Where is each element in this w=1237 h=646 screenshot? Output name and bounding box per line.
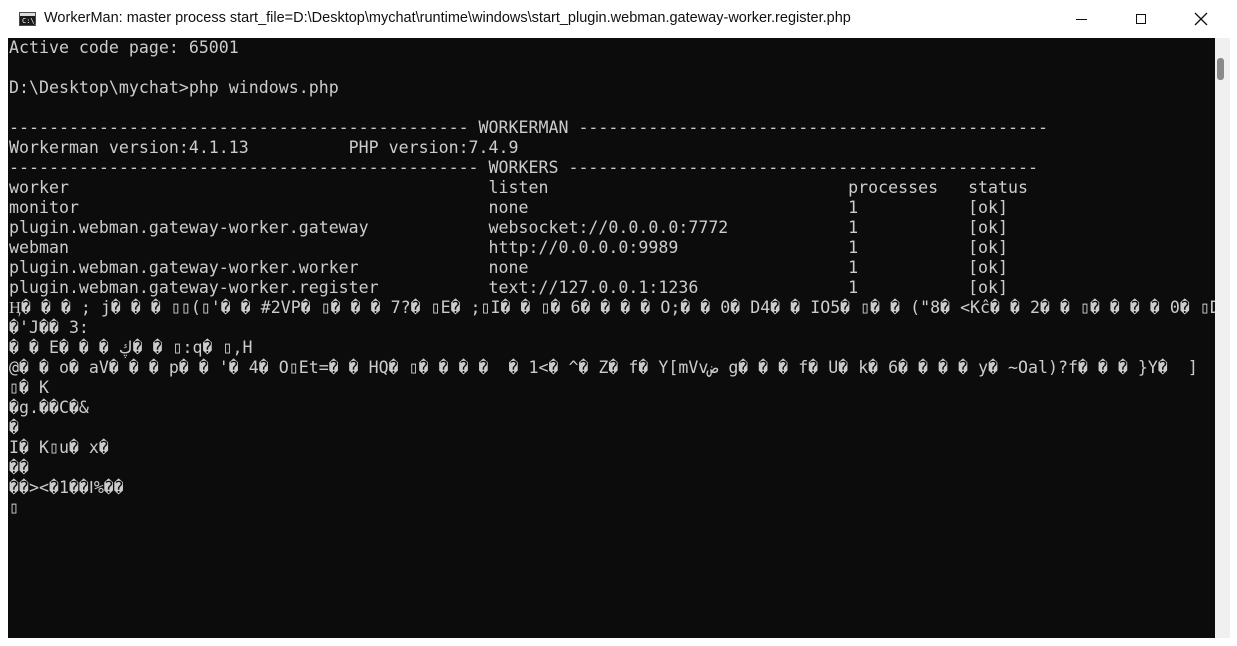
console-line: � <box>9 418 19 437</box>
close-icon <box>1194 12 1208 26</box>
console-line: Active code page: 65001 <box>9 38 239 57</box>
console-line: I� K▯u� x� <box>9 438 109 457</box>
console-line: Workerman version:4.1.13 PHP version:7.4… <box>9 138 519 157</box>
console-line: �g.��C�& <box>9 398 89 417</box>
close-button[interactable] <box>1172 0 1230 38</box>
maximize-button[interactable] <box>1112 0 1170 38</box>
console-line: �'J�� 3: <box>9 318 89 337</box>
console-line: webman http://0.0.0.0:9989 1 [ok] <box>9 238 1009 257</box>
console-icon-glyph: C:\_ <box>22 17 39 25</box>
console-line: �� <box>9 458 29 477</box>
console-line: worker listen processes status <box>9 178 1029 197</box>
console-line: plugin.webman.gateway-worker.gateway web… <box>9 218 1009 237</box>
cursor-line: ▯ <box>9 498 19 517</box>
title-bar[interactable]: C:\_ WorkerMan: master process start_fil… <box>0 0 1237 38</box>
console-line: monitor none 1 [ok] <box>9 198 1009 217</box>
window-bottom-edge <box>8 638 1230 646</box>
console-line: ��><�1��ⵏ%�� <box>9 478 124 497</box>
console-line: ▯� K <box>9 378 49 397</box>
console-line: Ӊ� � � ; j� � � ▯▯(▯'� � #2VP� ▯� � � 7?… <box>9 298 1215 317</box>
maximize-icon <box>1136 14 1146 24</box>
minimize-button[interactable] <box>1052 0 1110 38</box>
console-window: C:\_ WorkerMan: master process start_fil… <box>0 0 1237 646</box>
console-app-icon[interactable]: C:\_ <box>19 12 39 26</box>
scrollbar-thumb[interactable] <box>1217 58 1224 80</box>
vertical-scrollbar[interactable] <box>1215 38 1230 638</box>
window-title: WorkerMan: master process start_file=D:\… <box>44 10 851 26</box>
minimize-icon <box>1075 18 1087 20</box>
console-output[interactable]: Active code page: 65001 D:\Desktop\mycha… <box>8 38 1215 638</box>
console-line: ----------------------------------------… <box>9 158 1038 177</box>
console-line: plugin.webman.gateway-worker.register te… <box>9 278 1009 297</box>
console-line: @� � o� aV� � � p� � '� 4� O▯Et=� � HQ� … <box>9 358 1198 377</box>
console-line: � � E� � � ڮ� � ▯:q� ▯,H <box>9 338 253 357</box>
console-line: plugin.webman.gateway-worker.worker none… <box>9 258 1009 277</box>
console-line: D:\Desktop\mychat>php windows.php <box>9 78 339 97</box>
console-line: ----------------------------------------… <box>9 118 1048 137</box>
